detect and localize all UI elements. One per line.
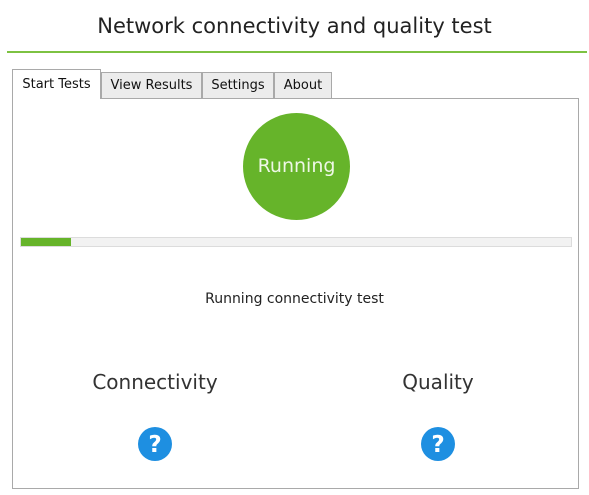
tab-about[interactable]: About xyxy=(274,72,332,98)
run-status-indicator[interactable]: Running xyxy=(243,113,350,220)
status-message: Running connectivity test xyxy=(205,291,384,307)
progress-bar xyxy=(20,237,572,247)
progress-bar-fill xyxy=(21,238,71,246)
tab-settings[interactable]: Settings xyxy=(202,72,274,98)
svg-text:?: ? xyxy=(148,432,161,458)
svg-text:?: ? xyxy=(431,432,444,458)
connectivity-question-icon[interactable]: ? xyxy=(138,427,172,461)
title-divider xyxy=(7,51,587,53)
quality-question-icon[interactable]: ? xyxy=(421,427,455,461)
connectivity-label: Connectivity xyxy=(92,370,218,394)
quality-label: Quality xyxy=(402,370,474,394)
tab-view-results[interactable]: View Results xyxy=(101,72,202,98)
page-title: Network connectivity and quality test xyxy=(97,14,492,38)
tab-start-tests[interactable]: Start Tests xyxy=(12,69,101,99)
